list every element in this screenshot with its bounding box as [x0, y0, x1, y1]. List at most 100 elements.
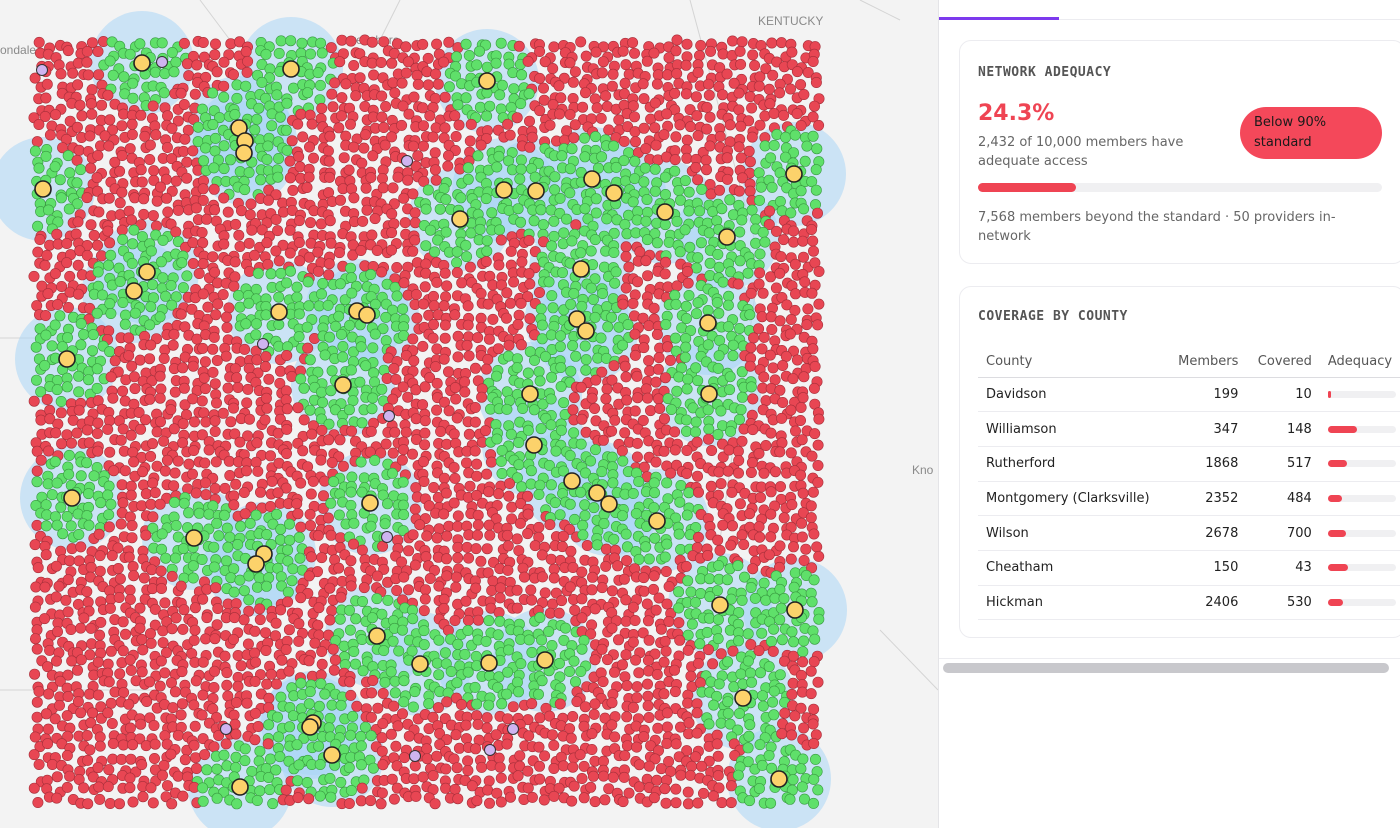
uncovered-member-point — [629, 136, 641, 148]
covered-member-point — [610, 161, 622, 173]
uncovered-member-point — [665, 467, 677, 479]
covered-member-point — [579, 340, 591, 352]
uncovered-member-point — [785, 447, 797, 459]
uncovered-member-point — [597, 676, 609, 688]
uncovered-member-point — [210, 582, 222, 594]
uncovered-member-point — [295, 521, 307, 533]
uncovered-member-point — [275, 604, 287, 616]
covered-member-point — [641, 234, 653, 246]
uncovered-member-point — [659, 372, 671, 384]
uncovered-member-point — [234, 241, 246, 253]
covered-member-point — [459, 648, 471, 660]
uncovered-member-point — [94, 565, 106, 577]
uncovered-member-point — [169, 686, 181, 698]
coverage-map[interactable]: KENTUCKY Owensboro ondale Kno — [0, 0, 938, 828]
uncovered-member-point — [270, 617, 282, 629]
covered-member-point — [91, 363, 103, 375]
uncovered-member-point — [108, 465, 120, 477]
covered-member-point — [580, 354, 592, 366]
uncovered-member-point — [745, 466, 757, 478]
uncovered-member-point — [779, 707, 791, 719]
uncovered-member-point — [620, 251, 632, 263]
covered-member-point — [73, 386, 85, 398]
uncovered-member-point — [178, 604, 190, 616]
uncovered-member-point — [123, 350, 135, 362]
uncovered-member-point — [151, 195, 163, 207]
uncovered-member-point — [105, 371, 117, 383]
uncovered-member-point — [86, 84, 98, 96]
uncovered-member-point — [28, 395, 40, 407]
covered-member-point — [768, 709, 780, 721]
uncovered-member-point — [661, 69, 673, 81]
covered-member-point — [256, 76, 268, 88]
uncovered-member-point — [660, 645, 672, 657]
covered-member-point — [398, 330, 410, 342]
map-canvas[interactable]: KENTUCKY Owensboro ondale Kno — [0, 0, 938, 828]
covered-member-point — [494, 89, 506, 101]
covered-member-point — [61, 510, 73, 522]
covered-member-point — [589, 234, 601, 246]
covered-member-point — [753, 194, 765, 206]
covered-member-point — [284, 721, 296, 733]
uncovered-member-point — [501, 529, 513, 541]
covered-member-point — [409, 686, 421, 698]
uncovered-member-point — [260, 392, 272, 404]
uncovered-member-point — [609, 414, 621, 426]
uncovered-member-point — [67, 67, 79, 79]
uncovered-member-point — [681, 265, 693, 277]
covered-member-point — [461, 251, 473, 263]
uncovered-member-point — [228, 709, 240, 721]
covered-member-point — [493, 150, 505, 162]
uncovered-member-point — [589, 402, 601, 414]
uncovered-member-point — [631, 276, 643, 288]
uncovered-member-point — [627, 701, 639, 713]
uncovered-member-point — [150, 129, 162, 141]
uncovered-member-point — [41, 393, 53, 405]
covered-member-point — [712, 428, 724, 440]
uncovered-member-point — [734, 45, 746, 57]
uncovered-member-point — [243, 237, 255, 249]
covered-member-point — [661, 477, 673, 489]
uncovered-member-point — [158, 352, 170, 364]
uncovered-member-point — [144, 393, 156, 405]
uncovered-member-point — [31, 300, 43, 312]
uncovered-member-point — [661, 721, 673, 733]
covered-member-point — [775, 602, 787, 614]
covered-member-point — [576, 300, 588, 312]
uncovered-member-point — [736, 36, 748, 48]
uncovered-member-point — [170, 612, 182, 624]
covered-member-point — [193, 507, 205, 519]
uncovered-member-point — [128, 570, 140, 582]
covered-member-point — [774, 196, 786, 208]
uncovered-member-point — [493, 259, 505, 271]
covered-member-point — [460, 38, 472, 50]
uncovered-member-point — [72, 216, 84, 228]
covered-member-point — [545, 479, 557, 491]
uncovered-member-point — [389, 426, 401, 438]
covered-member-point — [546, 371, 558, 383]
uncovered-member-point — [389, 87, 401, 99]
covered-member-point — [275, 691, 287, 703]
covered-member-point — [73, 528, 85, 540]
uncovered-member-point — [193, 267, 205, 279]
uncovered-member-point — [397, 381, 409, 393]
uncovered-member-point — [441, 696, 453, 708]
uncovered-member-point — [507, 701, 519, 713]
uncovered-member-point — [62, 301, 74, 313]
uncovered-member-point — [231, 372, 243, 384]
uncovered-member-point — [335, 591, 347, 603]
uncovered-member-point — [29, 601, 41, 613]
uncovered-member-point — [662, 281, 674, 293]
uncovered-member-point — [800, 543, 812, 555]
uncovered-member-point — [494, 592, 506, 604]
covered-member-point — [198, 155, 210, 167]
uncovered-member-point — [717, 48, 729, 60]
uncovered-member-point — [766, 323, 778, 335]
uncovered-member-point — [578, 720, 590, 732]
uncovered-member-point — [533, 286, 545, 298]
uncovered-member-point — [797, 487, 809, 499]
covered-member-point — [481, 110, 493, 122]
uncovered-member-point — [399, 217, 411, 229]
uncovered-member-point — [524, 313, 536, 325]
uncovered-member-point — [135, 423, 147, 435]
